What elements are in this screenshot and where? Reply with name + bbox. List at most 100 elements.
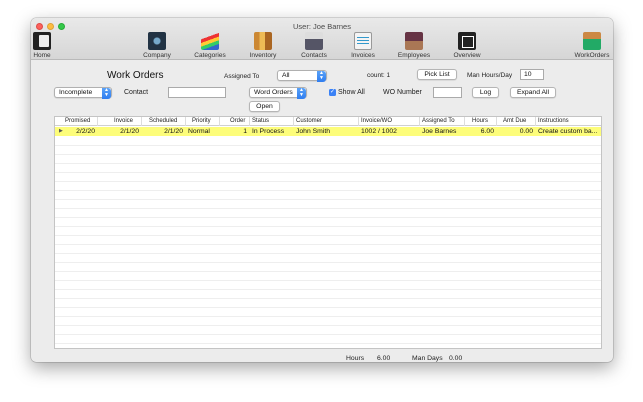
row-divider (55, 307, 601, 308)
cell-scheduled: 2/1/20 (164, 128, 183, 135)
man-hours-label: Man Hours/Day (467, 72, 513, 79)
toolbar-invoices[interactable]: Invoices (343, 32, 383, 59)
row-divider (55, 208, 601, 209)
col-order[interactable]: Order (220, 117, 250, 126)
cell-invoice: 2/1/20 (120, 128, 139, 135)
assigned-to-select[interactable]: All ▲ ▼ (277, 70, 327, 82)
status-filter-select[interactable]: Incomplete ▲ ▼ (54, 87, 112, 99)
page-title: Work Orders (107, 70, 164, 81)
cell-assigned-to: Joe Barnes (422, 128, 457, 135)
col-scheduled[interactable]: Scheduled (142, 117, 186, 126)
status-filter-value: Incomplete (59, 89, 93, 96)
cell-amt-due: 0.00 (519, 128, 533, 135)
wo-number-field[interactable] (433, 87, 462, 98)
toolbar-overview[interactable]: Overview (447, 32, 487, 59)
select-arrows-icon: ▲ ▼ (317, 70, 326, 82)
count-label: count: 1 (367, 72, 391, 79)
col-invoice[interactable]: Invoice (98, 117, 142, 126)
row-divider (55, 217, 601, 218)
col-promised[interactable]: Promised (55, 117, 98, 126)
toolbar-categories-label: Categories (194, 52, 226, 59)
overview-icon (458, 32, 476, 50)
row-divider (55, 163, 601, 164)
row-divider (55, 289, 601, 290)
cell-instructions: Create custom ba... (538, 128, 598, 135)
row-divider (55, 280, 601, 281)
cell-status: In Process (252, 128, 285, 135)
toolbar-inventory-label: Inventory (249, 52, 277, 59)
toolbar-company[interactable]: Company (137, 32, 177, 59)
select-arrows-icon: ▲ ▼ (297, 87, 306, 99)
company-icon (148, 32, 166, 50)
expand-all-button[interactable]: Expand All (510, 87, 556, 98)
cell-customer: John Smith (296, 128, 331, 135)
inventory-icon (254, 32, 272, 50)
row-divider (55, 172, 601, 173)
app-window: User: Joe Barnes Home Company Categories… (31, 18, 613, 362)
toolbar-contacts-label: Contacts (301, 52, 327, 59)
toolbar-employees-label: Employees (397, 52, 431, 59)
cell-invoice-wo: 1002 / 1002 (361, 128, 397, 135)
toolbar-workorders[interactable]: WorkOrders (572, 32, 612, 59)
toolbar-home[interactable]: Home (31, 32, 62, 59)
row-divider (55, 199, 601, 200)
col-hours[interactable]: Hours (465, 117, 497, 126)
hours-total-label: Hours (346, 355, 365, 362)
categories-icon (201, 32, 219, 50)
work-orders-table[interactable]: Promised Invoice Scheduled Priority Orde… (54, 116, 602, 349)
col-customer[interactable]: Customer (294, 117, 359, 126)
cell-promised: 2/2/20 (76, 128, 95, 135)
hours-total-value: 6.00 (377, 355, 391, 362)
row-divider (55, 235, 601, 236)
row-divider (55, 325, 601, 326)
contacts-icon (305, 32, 323, 50)
row-divider (55, 343, 601, 344)
toolbar-workorders-label: WorkOrders (574, 52, 610, 59)
log-button[interactable]: Log (472, 87, 499, 98)
row-divider (55, 145, 601, 146)
toolbar-company-label: Company (143, 52, 171, 59)
col-invoice-wo[interactable]: Invoice/WO (359, 117, 420, 126)
select-arrows-icon: ▲ ▼ (102, 87, 111, 99)
contact-field[interactable] (168, 87, 226, 98)
row-divider (55, 334, 601, 335)
doc-type-select[interactable]: Word Orders ▲ ▼ (249, 87, 307, 99)
pick-list-button[interactable]: Pick List (417, 69, 457, 80)
man-days-label: Man Days (412, 355, 443, 362)
assigned-to-value: All (282, 72, 290, 79)
toolbar-inventory[interactable]: Inventory (243, 32, 283, 59)
row-divider (55, 298, 601, 299)
toolbar-categories[interactable]: Categories (190, 32, 230, 59)
col-status[interactable]: Status (250, 117, 294, 126)
table-row[interactable]: ▶ 2/2/20 2/1/20 2/1/20 Normal 1 In Proce… (55, 127, 601, 136)
title-bar: User: Joe Barnes Home Company Categories… (31, 18, 613, 60)
man-days-value: 0.00 (449, 355, 463, 362)
home-icon (33, 32, 51, 50)
show-all-checkbox[interactable]: ✓ (329, 89, 336, 96)
col-assigned-to[interactable]: Assigned To (420, 117, 465, 126)
col-priority[interactable]: Priority (186, 117, 220, 126)
row-divider (55, 253, 601, 254)
cell-hours: 6.00 (480, 128, 494, 135)
row-divider (55, 262, 601, 263)
row-divider (55, 244, 601, 245)
cell-priority: Normal (188, 128, 210, 135)
col-amt-due[interactable]: Amt Due (497, 117, 536, 126)
row-divider (55, 271, 601, 272)
cell-order: 1 (243, 128, 247, 135)
toolbar-home-label: Home (33, 52, 51, 59)
man-hours-field[interactable]: 10 (520, 69, 544, 80)
row-divider (55, 190, 601, 191)
open-button[interactable]: Open (249, 101, 280, 112)
row-divider (55, 181, 601, 182)
workorders-icon (583, 32, 601, 50)
employees-icon (405, 32, 423, 50)
row-divider (55, 226, 601, 227)
toolbar-contacts[interactable]: Contacts (294, 32, 334, 59)
col-instructions[interactable]: Instructions (536, 117, 603, 126)
table-header: Promised Invoice Scheduled Priority Orde… (55, 117, 601, 126)
window-title: User: Joe Barnes (293, 22, 351, 31)
show-all-label: Show All (338, 89, 365, 96)
contact-label: Contact (124, 89, 149, 96)
toolbar-employees[interactable]: Employees (394, 32, 434, 59)
